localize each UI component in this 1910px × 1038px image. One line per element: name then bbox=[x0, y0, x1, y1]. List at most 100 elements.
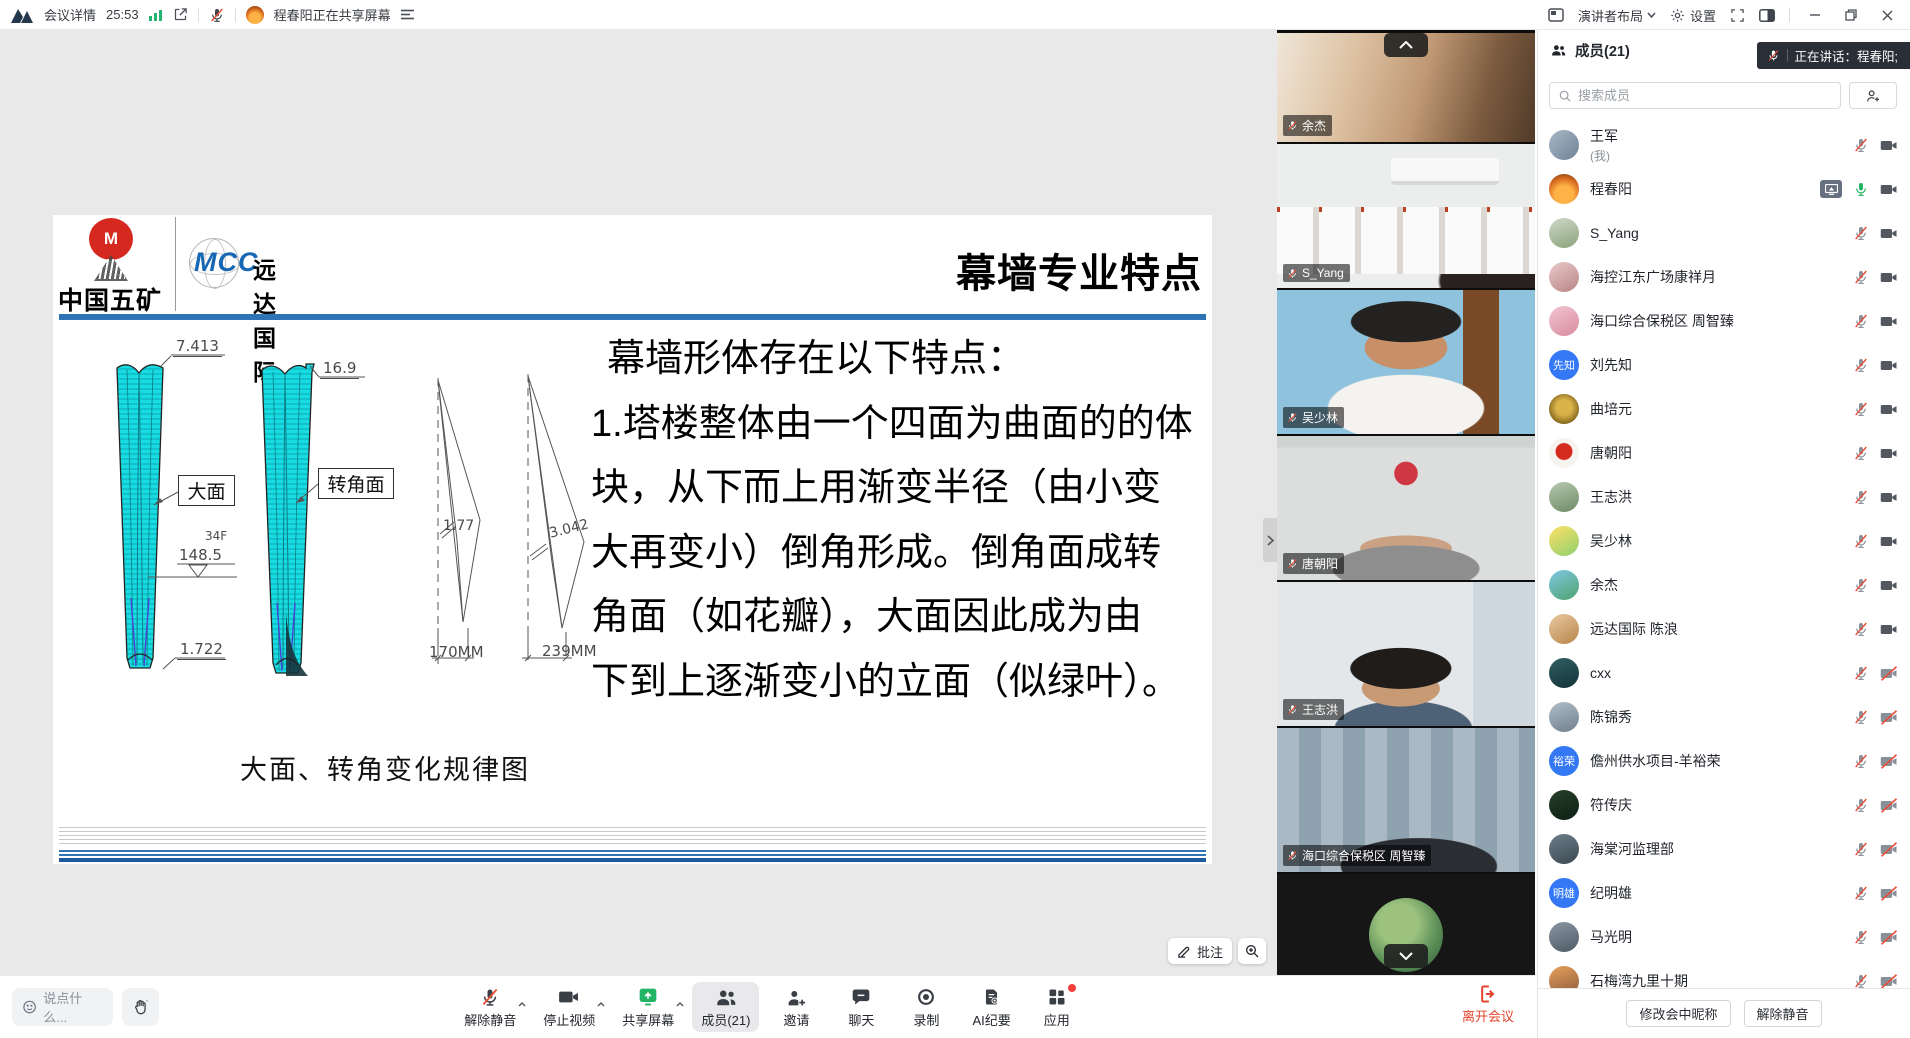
member-row[interactable]: 曲培元 bbox=[1538, 387, 1910, 431]
camera-status-icon[interactable] bbox=[1880, 622, 1898, 637]
mic-status-icon[interactable] bbox=[1853, 225, 1869, 241]
mic-status-icon[interactable] bbox=[1853, 401, 1869, 417]
mic-status-icon[interactable] bbox=[1853, 489, 1869, 505]
video-tile[interactable]: S_Yang bbox=[1277, 144, 1535, 288]
raise-hand-button[interactable] bbox=[122, 988, 159, 1026]
mic-status-icon[interactable] bbox=[1853, 577, 1869, 593]
mic-status-icon[interactable] bbox=[1853, 445, 1869, 461]
mic-status-icon[interactable] bbox=[1853, 181, 1869, 197]
member-row[interactable]: 王志洪 bbox=[1538, 475, 1910, 519]
mic-status-icon[interactable] bbox=[1853, 533, 1869, 549]
member-row[interactable]: 马光明 bbox=[1538, 915, 1910, 959]
zoom-in-button[interactable] bbox=[1238, 938, 1266, 964]
member-row[interactable]: 明雄 纪明雄 bbox=[1538, 871, 1910, 915]
chevron-up-icon[interactable] bbox=[597, 994, 605, 1012]
share-screen-button[interactable]: 共享屏幕 bbox=[613, 982, 683, 1032]
camera-status-icon[interactable] bbox=[1880, 138, 1898, 153]
mic-status-icon[interactable] bbox=[1853, 841, 1869, 857]
member-row[interactable]: 先知 刘先知 bbox=[1538, 343, 1910, 387]
chevron-up-icon[interactable] bbox=[518, 994, 526, 1012]
apps-button[interactable]: 应用 bbox=[1029, 982, 1085, 1032]
mic-status-icon[interactable] bbox=[1853, 621, 1869, 637]
member-row[interactable]: 石梅湾九里十期 bbox=[1538, 959, 1910, 988]
stop-video-button[interactable]: 停止视频 bbox=[534, 982, 604, 1032]
member-row[interactable]: 吴少林 bbox=[1538, 519, 1910, 563]
unmute-button[interactable]: 解除静音 bbox=[1744, 1000, 1822, 1027]
camera-status-icon[interactable] bbox=[1880, 358, 1898, 373]
camera-status-icon[interactable] bbox=[1880, 710, 1898, 725]
camera-status-icon[interactable] bbox=[1880, 974, 1898, 989]
member-row[interactable]: 符传庆 bbox=[1538, 783, 1910, 827]
camera-status-icon[interactable] bbox=[1880, 182, 1898, 197]
open-external-icon[interactable] bbox=[173, 7, 188, 22]
mic-status-icon[interactable] bbox=[1853, 665, 1869, 681]
scroll-videos-up-button[interactable] bbox=[1384, 33, 1428, 57]
search-member-input[interactable] bbox=[1578, 88, 1832, 103]
mic-status-icon[interactable] bbox=[1853, 885, 1869, 901]
layout-selector[interactable]: 演讲者布局 bbox=[1578, 6, 1656, 25]
mic-status-icon[interactable] bbox=[1853, 137, 1869, 153]
camera-status-icon[interactable] bbox=[1880, 754, 1898, 769]
member-row[interactable]: 裕荣 儋州供水项目-羊裕荣 bbox=[1538, 739, 1910, 783]
record-button[interactable]: 录制 bbox=[898, 982, 954, 1032]
video-tile[interactable]: 吴少林 bbox=[1277, 290, 1535, 434]
ai-summary-button[interactable]: AI纪要 bbox=[963, 982, 1019, 1032]
camera-status-icon[interactable] bbox=[1880, 402, 1898, 417]
close-button[interactable] bbox=[1876, 4, 1898, 26]
member-row[interactable]: 王军 (我) bbox=[1538, 123, 1910, 167]
change-nickname-button[interactable]: 修改会中昵称 bbox=[1626, 1000, 1730, 1027]
members-button[interactable]: 成员(21) bbox=[692, 982, 759, 1032]
annotate-button[interactable]: 批注 bbox=[1168, 938, 1232, 964]
camera-status-icon[interactable] bbox=[1880, 886, 1898, 901]
video-tile[interactable]: 海口综合保税区 周智臻 bbox=[1277, 728, 1535, 872]
camera-status-icon[interactable] bbox=[1880, 798, 1898, 813]
restore-window-button[interactable] bbox=[1840, 4, 1862, 26]
sharing-menu-icon[interactable] bbox=[401, 9, 414, 20]
mic-status-icon[interactable] bbox=[1853, 709, 1869, 725]
side-panel-toggle-icon[interactable] bbox=[1759, 9, 1775, 22]
member-row[interactable]: 陈锦秀 bbox=[1538, 695, 1910, 739]
mic-status-icon[interactable] bbox=[1853, 929, 1869, 945]
camera-status-icon[interactable] bbox=[1880, 930, 1898, 945]
collapse-video-strip-handle[interactable] bbox=[1263, 518, 1277, 562]
mic-status-icon[interactable] bbox=[1853, 269, 1869, 285]
member-row[interactable]: 程春阳 bbox=[1538, 167, 1910, 211]
add-member-button[interactable] bbox=[1849, 82, 1897, 109]
meeting-details-link[interactable]: 会议详情 bbox=[44, 5, 96, 24]
quick-chat-input[interactable]: 说点什么... bbox=[12, 988, 113, 1026]
unmute-button[interactable]: 解除静音 bbox=[455, 982, 525, 1032]
mic-status-icon[interactable] bbox=[1853, 313, 1869, 329]
member-row[interactable]: 海口综合保税区 周智臻 bbox=[1538, 299, 1910, 343]
chevron-up-icon[interactable] bbox=[676, 994, 684, 1012]
scroll-videos-down-button[interactable] bbox=[1384, 944, 1428, 968]
member-row[interactable]: 海控江东广场康祥月 bbox=[1538, 255, 1910, 299]
camera-status-icon[interactable] bbox=[1880, 534, 1898, 549]
camera-status-icon[interactable] bbox=[1880, 842, 1898, 857]
member-row[interactable]: 海棠河监理部 bbox=[1538, 827, 1910, 871]
invite-button[interactable]: 邀请 bbox=[768, 982, 824, 1032]
camera-status-icon[interactable] bbox=[1880, 446, 1898, 461]
mic-status-icon[interactable] bbox=[1853, 973, 1869, 988]
leave-meeting-button[interactable]: 离开会议 bbox=[1462, 984, 1514, 1025]
camera-status-icon[interactable] bbox=[1880, 490, 1898, 505]
minimize-button[interactable] bbox=[1804, 4, 1826, 26]
mic-status-icon[interactable] bbox=[1853, 797, 1869, 813]
video-tile[interactable]: 王志洪 bbox=[1277, 582, 1535, 726]
video-tile[interactable]: 唐朝阳 bbox=[1277, 436, 1535, 580]
camera-status-icon[interactable] bbox=[1880, 666, 1898, 681]
audio-muted-icon[interactable] bbox=[209, 7, 225, 23]
member-row[interactable]: 唐朝阳 bbox=[1538, 431, 1910, 475]
mic-status-icon[interactable] bbox=[1853, 753, 1869, 769]
member-row[interactable]: 余杰 bbox=[1538, 563, 1910, 607]
fullscreen-icon[interactable] bbox=[1730, 8, 1745, 23]
camera-status-icon[interactable] bbox=[1880, 578, 1898, 593]
chat-button[interactable]: 聊天 bbox=[833, 982, 889, 1032]
camera-status-icon[interactable] bbox=[1880, 226, 1898, 241]
search-member-box[interactable] bbox=[1549, 82, 1841, 109]
member-row[interactable]: S_Yang bbox=[1538, 211, 1910, 255]
settings-button[interactable]: 设置 bbox=[1670, 6, 1716, 25]
camera-status-icon[interactable] bbox=[1880, 314, 1898, 329]
mic-status-icon[interactable] bbox=[1853, 357, 1869, 373]
member-row[interactable]: cxx bbox=[1538, 651, 1910, 695]
member-row[interactable]: 远达国际 陈浪 bbox=[1538, 607, 1910, 651]
